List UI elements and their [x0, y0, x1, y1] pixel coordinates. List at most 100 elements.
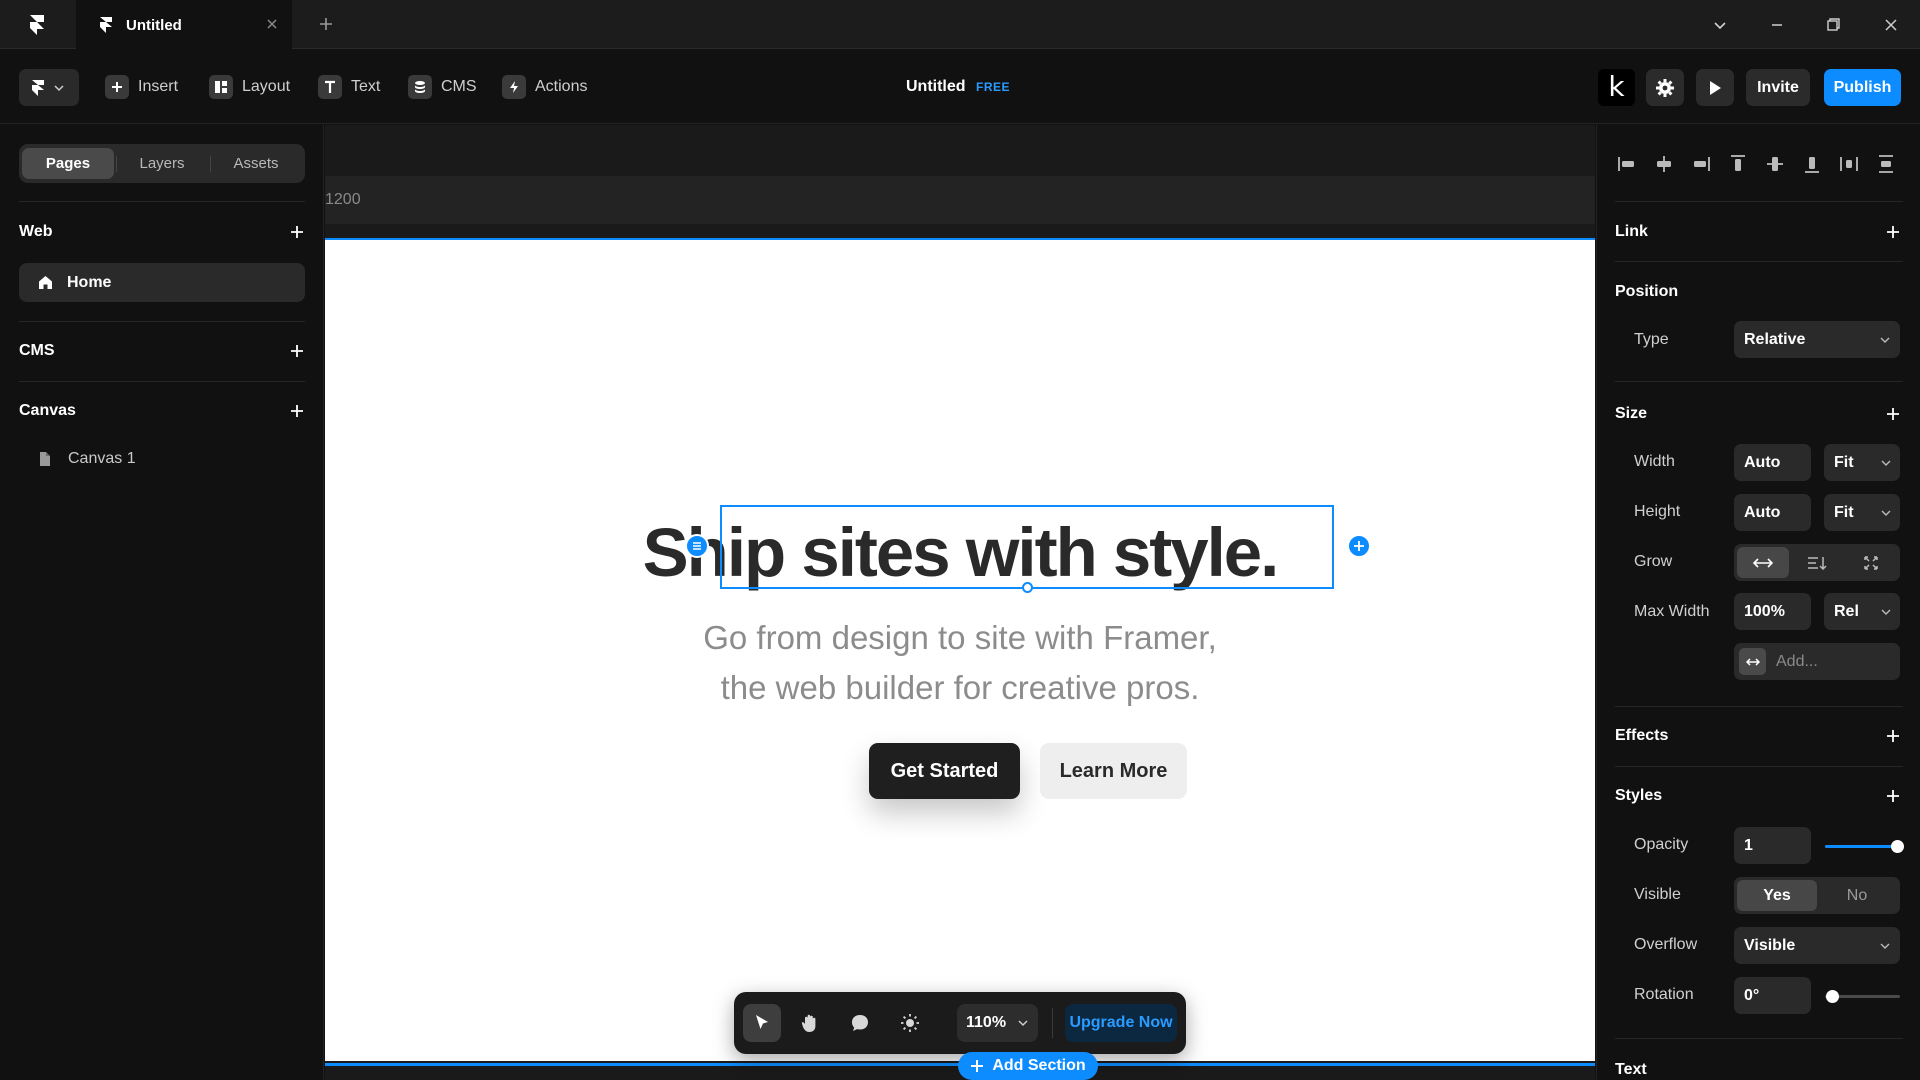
resize-handle-bottom[interactable]: [1022, 582, 1033, 593]
tab-layers[interactable]: Layers: [116, 148, 208, 179]
add-constraint-input[interactable]: Add...: [1734, 643, 1900, 680]
grow-both-button[interactable]: [1845, 547, 1897, 578]
visible-yes-option[interactable]: Yes: [1737, 880, 1817, 911]
chevron-down-icon: [1018, 1020, 1028, 1027]
preview-button[interactable]: [1696, 69, 1734, 106]
canvas-section-title: Canvas: [19, 402, 76, 419]
hero-subline-1[interactable]: Go from design to site with Framer,: [325, 619, 1595, 657]
width-input[interactable]: Auto: [1734, 444, 1811, 481]
canvas-stage[interactable]: 1200 Ship sites with style. Go from desi…: [325, 125, 1595, 1080]
tab-pages[interactable]: Pages: [22, 148, 114, 179]
text-label: Text: [351, 78, 381, 95]
add-cms-icon[interactable]: [290, 344, 304, 358]
grow-horizontal-button[interactable]: [1737, 547, 1789, 578]
align-center-h-icon[interactable]: [1652, 152, 1676, 176]
breakpoint-width-label: 1200: [325, 191, 361, 208]
plugin-k-button[interactable]: k: [1598, 69, 1635, 106]
width-mode-select[interactable]: Fit: [1824, 444, 1900, 481]
select-tool-button[interactable]: [743, 1004, 781, 1042]
insert-button[interactable]: Insert: [105, 72, 178, 102]
chevron-down-icon: [1880, 337, 1890, 343]
plus-icon: [105, 75, 129, 99]
maximize-icon[interactable]: [1823, 15, 1843, 35]
max-width-input[interactable]: 100%: [1734, 593, 1811, 630]
hero-subline-2[interactable]: the web builder for creative pros.: [325, 669, 1595, 707]
height-mode-select[interactable]: Fit: [1824, 494, 1900, 531]
text-section-title: Text: [1615, 1061, 1647, 1078]
breakpoint-bar[interactable]: [325, 176, 1595, 224]
zoom-value: 110%: [966, 1014, 1007, 1031]
comment-tool-button[interactable]: [841, 1004, 879, 1042]
distribute-vertical-icon[interactable]: [1874, 152, 1898, 176]
add-section-button[interactable]: Add Section: [958, 1052, 1098, 1080]
overflow-select[interactable]: Visible: [1734, 927, 1900, 964]
actions-button[interactable]: Actions: [502, 72, 587, 102]
web-section-title: Web: [19, 223, 53, 240]
page-item-home[interactable]: Home: [19, 263, 305, 302]
plus-icon[interactable]: [316, 14, 336, 34]
add-element-handle[interactable]: [1347, 534, 1371, 558]
chevron-down-icon[interactable]: [1710, 15, 1730, 35]
align-bottom-icon[interactable]: [1800, 152, 1824, 176]
add-canvas-icon[interactable]: [290, 404, 304, 418]
cms-button[interactable]: CMS: [408, 72, 477, 102]
minimize-icon[interactable]: [1767, 15, 1787, 35]
height-mode-value: Fit: [1834, 504, 1854, 521]
divider: [19, 201, 305, 202]
height-input[interactable]: Auto: [1734, 494, 1811, 531]
close-icon[interactable]: [1881, 15, 1901, 35]
tab-untitled[interactable]: Untitled: [76, 0, 292, 50]
opacity-slider-knob[interactable]: [1891, 840, 1904, 853]
document-title[interactable]: Untitled: [906, 78, 966, 96]
publish-button[interactable]: Publish: [1824, 69, 1901, 106]
arrows-horizontal-icon: [1739, 648, 1766, 675]
stack-handle-left[interactable]: [685, 534, 709, 558]
add-link-icon[interactable]: [1886, 225, 1900, 239]
divider: [19, 381, 305, 382]
rotation-slider-knob[interactable]: [1826, 990, 1839, 1003]
left-panel-tabs: Pages Layers Assets: [19, 144, 305, 183]
opacity-input[interactable]: 1: [1734, 827, 1811, 864]
invite-button[interactable]: Invite: [1746, 69, 1810, 106]
arrows-horizontal-icon: [1752, 557, 1774, 568]
distribute-horizontal-icon[interactable]: [1837, 152, 1861, 176]
rotation-input[interactable]: 0°: [1734, 977, 1811, 1014]
height-value: Auto: [1744, 504, 1781, 521]
learn-more-button[interactable]: Learn More: [1040, 743, 1187, 799]
position-type-select[interactable]: Relative: [1734, 321, 1900, 358]
divider: [1052, 1008, 1053, 1038]
add-size-icon[interactable]: [1886, 407, 1900, 421]
align-top-icon[interactable]: [1726, 152, 1750, 176]
align-left-icon[interactable]: [1615, 152, 1639, 176]
opacity-slider-track[interactable]: [1825, 845, 1897, 848]
max-width-mode-select[interactable]: Rel: [1824, 593, 1900, 630]
align-center-v-icon[interactable]: [1763, 152, 1787, 176]
tab-assets[interactable]: Assets: [210, 148, 302, 179]
grow-vertical-button[interactable]: [1791, 547, 1843, 578]
lightning-icon: [502, 75, 526, 99]
app-menu-button[interactable]: [19, 69, 79, 106]
layout-button[interactable]: Layout: [209, 72, 290, 102]
settings-button[interactable]: [1646, 69, 1684, 106]
main-toolbar: Insert Layout Text CMS Actions Untitled …: [0, 50, 1920, 124]
database-icon: [408, 75, 432, 99]
add-style-icon[interactable]: [1886, 789, 1900, 803]
play-icon: [1710, 80, 1721, 95]
add-effect-icon[interactable]: [1886, 729, 1900, 743]
overflow-value: Visible: [1744, 937, 1796, 954]
get-started-button[interactable]: Get Started: [869, 743, 1020, 799]
upgrade-now-button[interactable]: Upgrade Now: [1065, 1004, 1177, 1042]
canvas-item-1[interactable]: Canvas 1: [38, 447, 136, 471]
opacity-value: 1: [1744, 837, 1753, 854]
bottom-tool-palette: 110% Upgrade Now: [734, 992, 1186, 1054]
close-icon[interactable]: [264, 16, 280, 32]
align-right-icon[interactable]: [1689, 152, 1713, 176]
visible-no-option[interactable]: No: [1817, 880, 1897, 911]
zoom-select[interactable]: 110%: [957, 1004, 1038, 1042]
hand-tool-button[interactable]: [791, 1004, 829, 1042]
height-label: Height: [1634, 503, 1681, 520]
add-page-icon[interactable]: [290, 225, 304, 239]
theme-toggle-button[interactable]: [891, 1004, 929, 1042]
framer-logo-icon[interactable]: [22, 12, 52, 38]
text-button[interactable]: Text: [318, 72, 380, 102]
